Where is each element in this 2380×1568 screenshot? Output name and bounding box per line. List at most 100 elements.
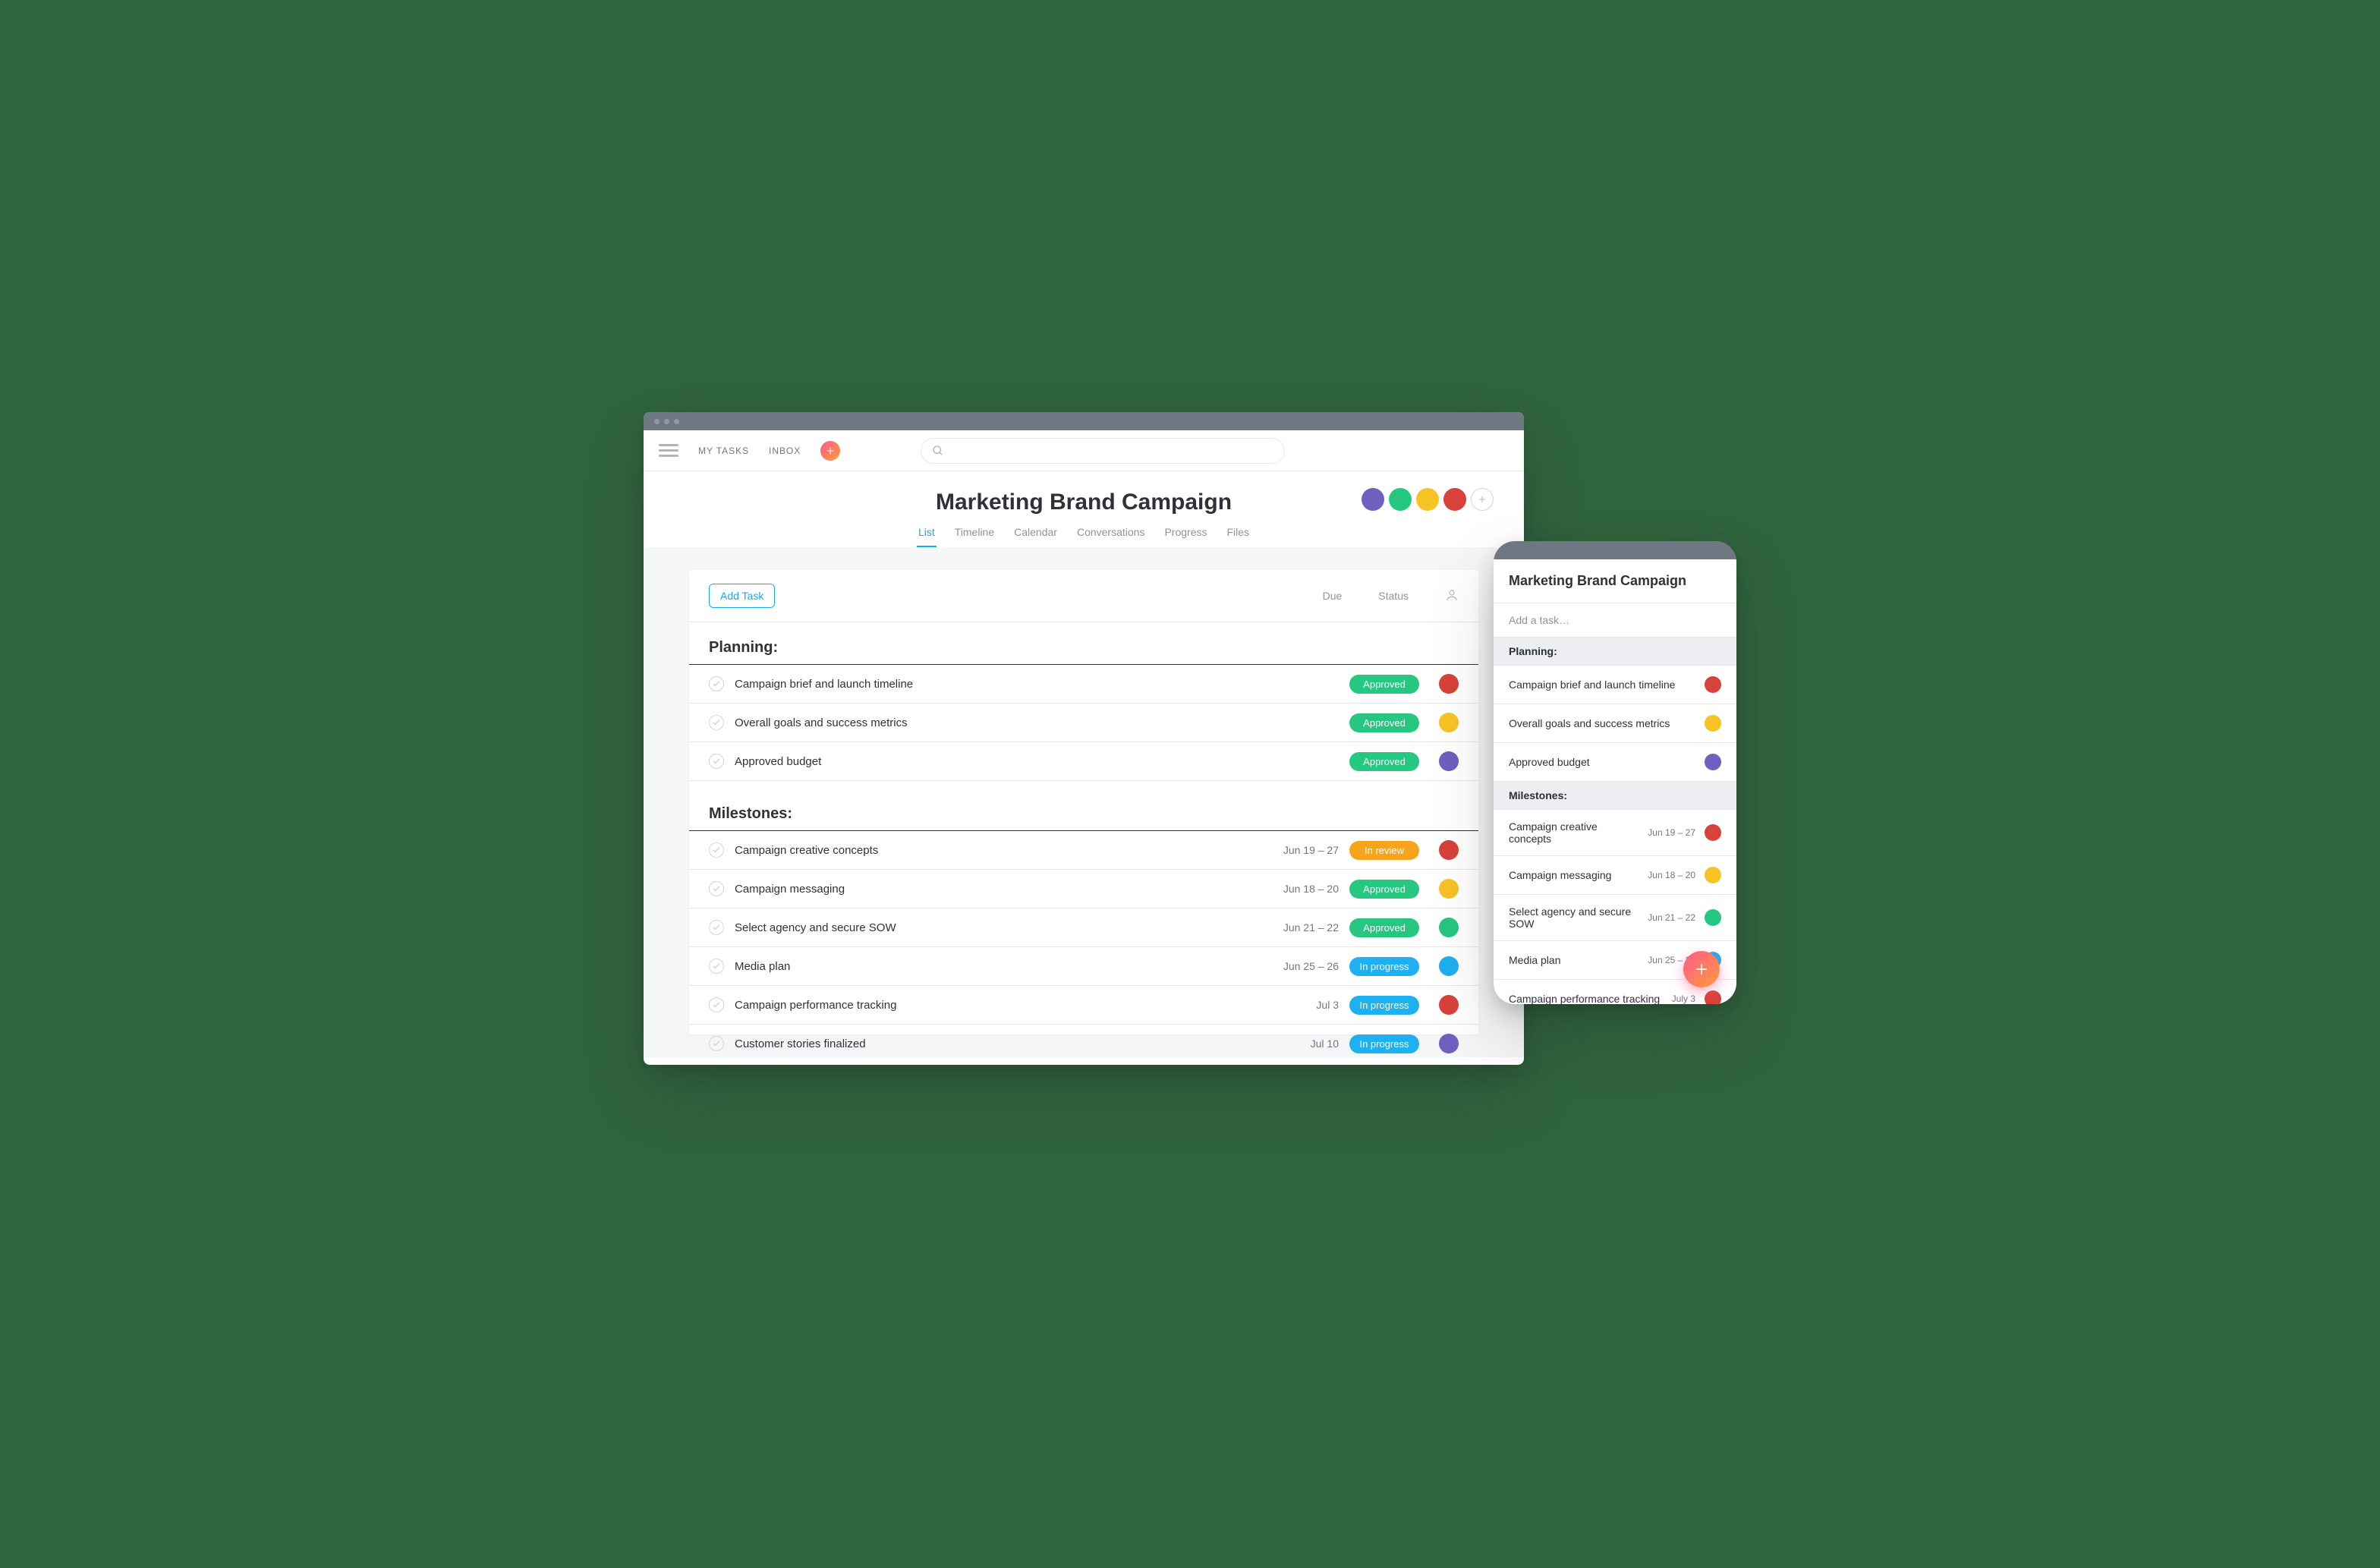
task-row[interactable]: Select agency and secure SOWJun 21 – 22A… (689, 908, 1478, 947)
assignee-avatar[interactable] (1439, 713, 1459, 732)
mobile-section-title: Planning: (1494, 638, 1736, 666)
task-row[interactable]: Overall goals and success metricsApprove… (689, 704, 1478, 742)
mobile-assignee-avatar[interactable] (1705, 824, 1721, 841)
view-tabs: List Timeline Calendar Conversations Pro… (674, 526, 1494, 547)
task-row[interactable]: Campaign performance trackingJul 3In pro… (689, 986, 1478, 1025)
mobile-task-name: Overall goals and success metrics (1509, 717, 1686, 729)
mobile-task-due: Jun 18 – 20 (1648, 870, 1695, 880)
complete-checkbox[interactable] (709, 842, 724, 858)
mobile-add-task[interactable]: Add a task… (1494, 603, 1736, 638)
search-icon (932, 445, 944, 457)
complete-checkbox[interactable] (709, 676, 724, 691)
task-status: In progress (1349, 996, 1419, 1015)
task-name: Customer stories finalized (735, 1037, 1252, 1050)
mobile-assignee-avatar[interactable] (1705, 990, 1721, 1004)
member-avatar[interactable] (1389, 488, 1412, 511)
complete-checkbox[interactable] (709, 1036, 724, 1051)
page-title: Marketing Brand Campaign (936, 490, 1232, 515)
mobile-task-due: July 3 (1672, 993, 1695, 1004)
mobile-task-row[interactable]: Approved budget (1494, 743, 1736, 782)
assignee-avatar[interactable] (1439, 995, 1459, 1015)
task-name: Overall goals and success metrics (735, 716, 1252, 729)
complete-checkbox[interactable] (709, 997, 724, 1012)
section-title: Milestones: (689, 789, 1478, 831)
mobile-assignee-avatar[interactable] (1705, 909, 1721, 926)
nav-inbox[interactable]: INBOX (769, 446, 801, 456)
task-row[interactable]: Customer stories finalizedJul 10In progr… (689, 1025, 1478, 1057)
complete-checkbox[interactable] (709, 754, 724, 769)
complete-checkbox[interactable] (709, 959, 724, 974)
member-avatar[interactable] (1443, 488, 1466, 511)
tab-list[interactable]: List (917, 526, 937, 547)
nav-my-tasks[interactable]: MY TASKS (698, 446, 749, 456)
page-header: Marketing Brand Campaign List Timeline C… (644, 471, 1524, 547)
mobile-page-title: Marketing Brand Campaign (1494, 559, 1736, 603)
mobile-task-row[interactable]: Campaign messaging Jun 18 – 20 (1494, 856, 1736, 895)
tab-files[interactable]: Files (1225, 526, 1251, 547)
column-labels: Due Status (1323, 588, 1459, 604)
col-due: Due (1323, 590, 1343, 602)
mobile-task-name: Campaign messaging (1509, 869, 1639, 881)
task-status: Approved (1349, 752, 1419, 771)
assignee-avatar[interactable] (1439, 956, 1459, 976)
person-icon (1445, 588, 1459, 602)
task-name: Select agency and secure SOW (735, 921, 1252, 934)
task-row[interactable]: Campaign creative conceptsJun 19 – 27In … (689, 831, 1478, 870)
task-name: Campaign performance tracking (735, 999, 1252, 1012)
task-row[interactable]: Campaign brief and launch timelineApprov… (689, 665, 1478, 704)
assignee-avatar[interactable] (1439, 751, 1459, 771)
mobile-device: Marketing Brand Campaign Add a task… Pla… (1494, 541, 1736, 1004)
task-row[interactable]: Media planJun 25 – 26In progress (689, 947, 1478, 986)
task-name: Approved budget (735, 755, 1252, 768)
menu-icon[interactable] (659, 444, 678, 457)
mobile-add-button[interactable] (1683, 951, 1720, 987)
list-header: Add Task Due Status (689, 570, 1478, 622)
mobile-task-row[interactable]: Select agency and secure SOW Jun 21 – 22 (1494, 895, 1736, 941)
task-row[interactable]: Campaign messagingJun 18 – 20Approved (689, 870, 1478, 908)
mobile-task-row[interactable]: Campaign brief and launch timeline (1494, 666, 1736, 704)
task-row[interactable]: Approved budget Approved (689, 742, 1478, 781)
mobile-task-row[interactable]: Overall goals and success metrics (1494, 704, 1736, 743)
task-status: Approved (1349, 918, 1419, 937)
add-member-button[interactable] (1471, 488, 1494, 511)
assignee-avatar[interactable] (1439, 918, 1459, 937)
search-input[interactable] (921, 438, 1285, 464)
member-avatar[interactable] (1416, 488, 1439, 511)
tab-progress[interactable]: Progress (1163, 526, 1208, 547)
mobile-assignee-avatar[interactable] (1705, 676, 1721, 693)
assignee-avatar[interactable] (1439, 674, 1459, 694)
global-add-button[interactable] (820, 441, 840, 461)
tab-timeline[interactable]: Timeline (953, 526, 996, 547)
desktop-window: MY TASKS INBOX Marketing Brand Campaign … (644, 412, 1524, 1065)
mobile-task-name: Campaign brief and launch timeline (1509, 679, 1686, 691)
complete-checkbox[interactable] (709, 881, 724, 896)
mobile-assignee-avatar[interactable] (1705, 867, 1721, 883)
window-chrome (644, 412, 1524, 430)
tab-conversations[interactable]: Conversations (1075, 526, 1147, 547)
complete-checkbox[interactable] (709, 920, 724, 935)
task-name: Campaign messaging (735, 883, 1252, 896)
task-list-card: Add Task Due Status Planning:Campaign br… (689, 570, 1478, 1034)
task-due: Jul 10 (1263, 1037, 1339, 1050)
task-status: Approved (1349, 880, 1419, 899)
plus-icon (826, 446, 835, 455)
member-avatar[interactable] (1362, 488, 1384, 511)
member-avatars (1362, 488, 1494, 511)
mobile-task-due: Jun 21 – 22 (1648, 912, 1695, 923)
tab-calendar[interactable]: Calendar (1012, 526, 1059, 547)
plus-icon (1478, 495, 1487, 504)
task-status: In review (1349, 841, 1419, 860)
mobile-assignee-avatar[interactable] (1705, 715, 1721, 732)
add-task-button[interactable]: Add Task (709, 584, 775, 608)
mobile-assignee-avatar[interactable] (1705, 754, 1721, 770)
col-assignee-icon (1445, 588, 1459, 604)
mobile-task-name: Campaign performance tracking (1509, 993, 1663, 1004)
complete-checkbox[interactable] (709, 715, 724, 730)
plus-icon (1694, 962, 1709, 977)
mobile-task-name: Select agency and secure SOW (1509, 905, 1639, 930)
task-name: Campaign brief and launch timeline (735, 678, 1252, 691)
assignee-avatar[interactable] (1439, 1034, 1459, 1053)
assignee-avatar[interactable] (1439, 840, 1459, 860)
assignee-avatar[interactable] (1439, 879, 1459, 899)
mobile-task-row[interactable]: Campaign creative conceptsJun 19 – 27 (1494, 810, 1736, 856)
